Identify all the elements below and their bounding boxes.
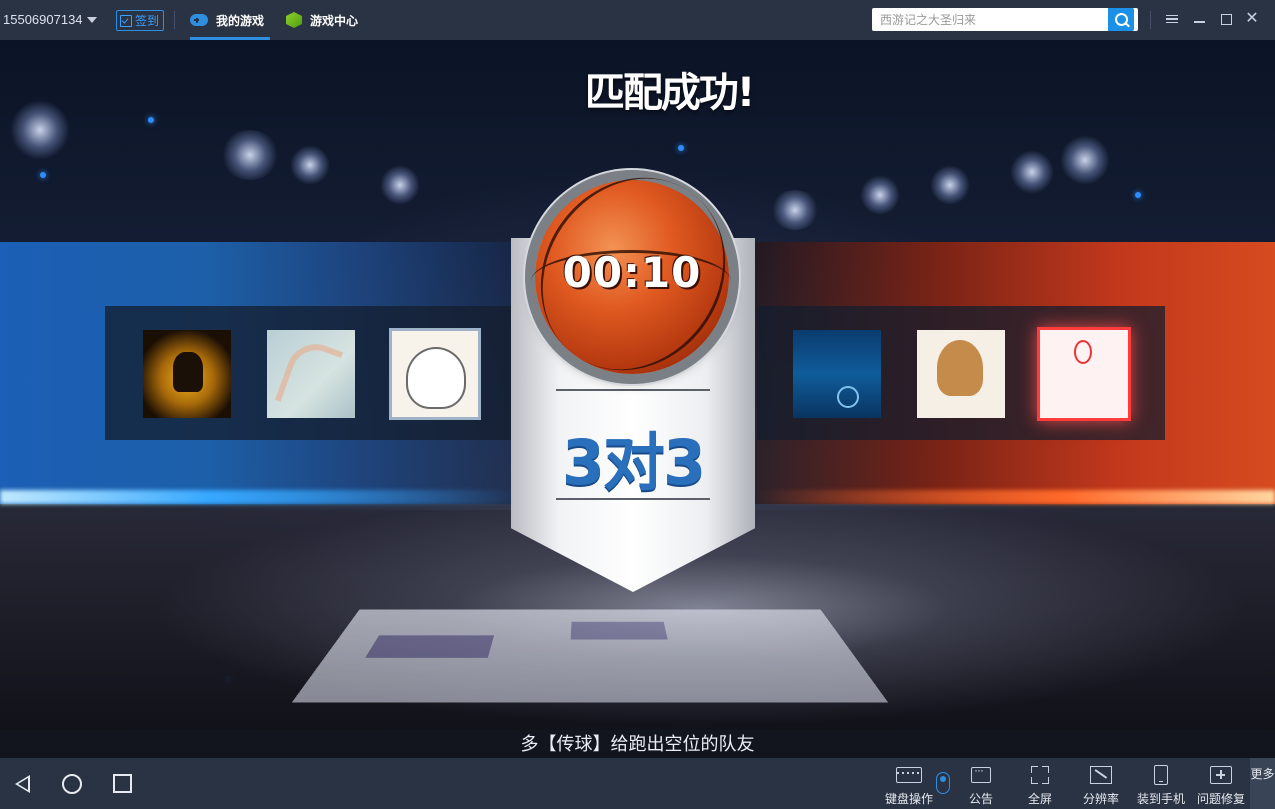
- tool-label: 公告: [968, 792, 993, 806]
- notice-button[interactable]: 公告: [961, 758, 1001, 809]
- stadium-light: [1010, 150, 1054, 194]
- back-icon: [14, 774, 30, 793]
- tool-label: 键盘操作: [884, 792, 933, 806]
- repair-button[interactable]: 问题修复: [1194, 758, 1248, 809]
- notice-icon: [971, 763, 991, 783]
- keyboard-button[interactable]: 键盘操作: [882, 758, 936, 809]
- match-title: 匹配成功!: [584, 70, 755, 116]
- match-mode: 3对3: [561, 426, 706, 499]
- resolution-icon: [1090, 766, 1112, 784]
- more-button[interactable]: 更多: [1250, 758, 1275, 809]
- search-box: [872, 8, 1138, 31]
- player-avatar: [143, 330, 231, 418]
- bottom-toolbar: 键盘操作 公告 全屏 分辨率 装到手机 问题修复: [0, 758, 1275, 809]
- player-avatar-highlighted: [1037, 327, 1131, 421]
- tab-label: 我的游戏: [216, 13, 265, 28]
- signin-button[interactable]: 签到: [116, 10, 165, 31]
- countdown-timer: 00:10: [562, 248, 702, 297]
- close-icon[interactable]: ✕: [1243, 10, 1261, 28]
- basketball-court: [291, 609, 889, 703]
- stadium-light: [860, 175, 900, 215]
- divider: [1150, 11, 1151, 29]
- back-button[interactable]: [2, 758, 42, 809]
- menu-icon[interactable]: [1163, 10, 1181, 28]
- tool-label: 装到手机: [1136, 792, 1185, 806]
- sparkle: [40, 172, 46, 178]
- top-bar: 15506907134 签到 我的游戏 游戏中心 ✕: [0, 0, 1275, 40]
- recent-apps-icon: [112, 774, 132, 793]
- maximize-icon[interactable]: [1217, 10, 1235, 28]
- signin-label: 签到: [135, 14, 160, 28]
- tool-label: 分辨率: [1082, 792, 1119, 806]
- phone-icon: [1154, 765, 1168, 785]
- fullscreen-icon: [1031, 766, 1049, 784]
- search-button[interactable]: [1108, 8, 1134, 31]
- cube-icon: [286, 12, 302, 28]
- home-icon: [62, 773, 82, 794]
- tab-game-center[interactable]: 游戏中心: [286, 0, 358, 40]
- player-avatar: [793, 330, 881, 418]
- keyboard-toggle[interactable]: [936, 772, 950, 794]
- divider: [174, 11, 175, 29]
- game-screen[interactable]: 00:10 3对3 匹配成功! 多【传球】给跑出空位的队友: [0, 40, 1275, 758]
- stadium-light: [1060, 135, 1110, 185]
- stadium-light: [290, 145, 330, 185]
- game-tip: 多【传球】给跑出空位的队友: [0, 730, 1275, 758]
- divider: [556, 389, 710, 391]
- stadium-light: [380, 165, 420, 205]
- chevron-down-icon: [86, 16, 97, 23]
- keyboard-icon: [896, 767, 922, 783]
- tool-label: 问题修复: [1196, 792, 1245, 806]
- sparkle: [678, 145, 684, 151]
- player-avatar: [917, 330, 1005, 418]
- stadium-light: [220, 130, 280, 180]
- minimize-icon[interactable]: [1190, 10, 1208, 28]
- recent-apps-button[interactable]: [102, 758, 142, 809]
- player-avatar: [267, 330, 355, 418]
- stadium-light: [930, 165, 970, 205]
- search-icon: [1114, 13, 1128, 26]
- install-to-phone-button[interactable]: 装到手机: [1134, 758, 1188, 809]
- user-account-dropdown[interactable]: 15506907134: [3, 12, 97, 27]
- search-input[interactable]: [872, 8, 1108, 31]
- sparkle: [1135, 192, 1141, 198]
- fullscreen-button[interactable]: 全屏: [1020, 758, 1060, 809]
- tab-my-games[interactable]: 我的游戏: [190, 0, 270, 40]
- tab-label: 游戏中心: [310, 13, 359, 28]
- calendar-check-icon: [120, 14, 132, 27]
- resolution-button[interactable]: 分辨率: [1078, 758, 1124, 809]
- gamepad-icon: [190, 14, 208, 26]
- home-button[interactable]: [52, 758, 92, 809]
- user-id: 15506907134: [3, 12, 83, 27]
- stadium-light: [770, 190, 820, 230]
- repair-icon: [1210, 766, 1232, 784]
- player-avatar: [389, 328, 481, 420]
- tool-label: 全屏: [1027, 792, 1052, 806]
